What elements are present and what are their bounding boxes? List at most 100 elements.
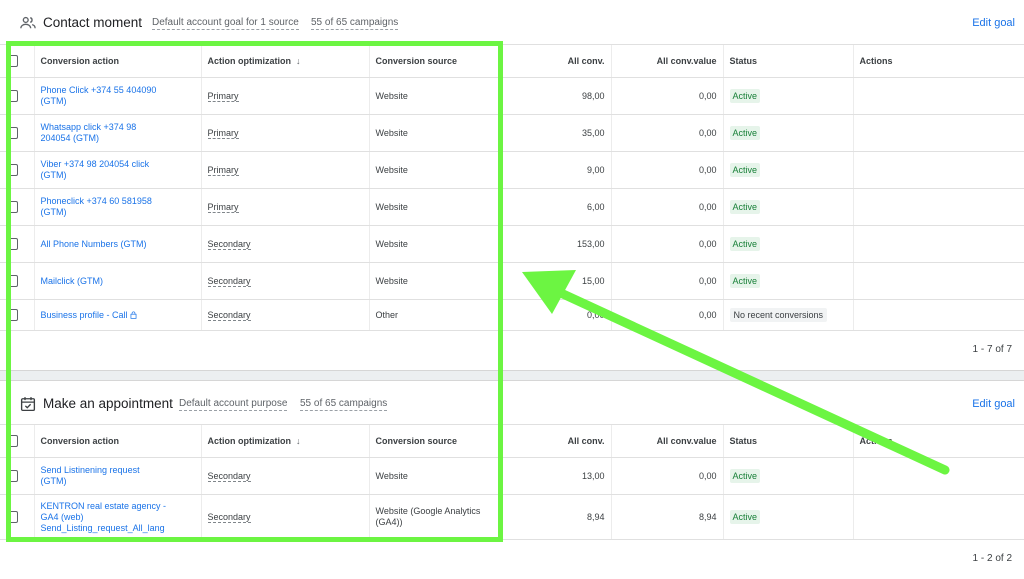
conversion-action-link[interactable]: Phone Click +374 55 404090 (GTM) — [41, 85, 195, 107]
table-row[interactable]: All Phone Numbers (GTM) Secondary Website 1… — [0, 225, 1024, 263]
cell-all-conv-value: 0,00 — [610, 77, 723, 115]
table-row[interactable]: Mailclick (GTM) Secondary Website 15,00 0,00… — [0, 262, 1024, 300]
action-line: Viber +374 98 204054 click — [40, 159, 150, 169]
row-checkbox[interactable] — [6, 201, 18, 213]
table-row[interactable]: KENTRON real estate agency - GA4 (web) Sen… — [0, 494, 1024, 540]
cell-conversion-action: All Phone Numbers (GTM) — [33, 225, 201, 263]
action-line: (GTM) — [40, 476, 67, 486]
conversion-action-link[interactable]: Phoneclick +374 60 581958 (GTM) — [41, 196, 195, 218]
row-checkbox[interactable] — [6, 238, 18, 250]
source-line: Website — [375, 238, 408, 249]
col-conversion-source: Conversion source — [368, 424, 499, 458]
optimization-value[interactable]: Secondary — [207, 470, 251, 482]
row-checkbox[interactable] — [6, 127, 18, 139]
cell-conversion-action: Phoneclick +374 60 581958 (GTM) — [33, 188, 201, 226]
col-all-conv: All conv. — [498, 424, 611, 458]
cell-all-conv: 0,00 — [498, 299, 611, 331]
cell-status: Active — [722, 225, 853, 263]
cell-source: Website — [368, 225, 499, 263]
optimization-value[interactable]: Secondary — [207, 238, 251, 250]
goal-purpose-link[interactable]: Default account purpose — [179, 398, 288, 411]
cell-source: Website — [368, 457, 499, 495]
col-all-conv-value: All conv.value — [610, 424, 723, 458]
sort-arrow-icon[interactable]: ↓ — [296, 436, 301, 446]
cell-status: Active — [722, 494, 853, 540]
table-row[interactable]: Phone Click +374 55 404090 (GTM) Primary We… — [0, 77, 1024, 115]
optimization-value[interactable]: Primary — [207, 164, 239, 176]
campaigns-link[interactable]: 55 of 65 campaigns — [300, 398, 388, 411]
cell-all-conv: 8,94 — [498, 494, 611, 540]
conversion-action-link[interactable]: Mailclick (GTM) — [41, 276, 195, 287]
cell-actions — [852, 151, 1024, 189]
pagination-label: 1 - 2 of 2 — [972, 553, 1012, 564]
status-badge: Active — [729, 469, 761, 483]
cell-status: Active — [722, 77, 853, 115]
table-row[interactable]: Send Listinening request (GTM) Secondary We… — [0, 457, 1024, 495]
cell-actions — [852, 188, 1024, 226]
row-checkbox[interactable] — [6, 470, 18, 482]
section-title: Contact moment — [43, 15, 143, 30]
row-checkbox[interactable] — [6, 275, 18, 287]
goal-source-link[interactable]: Default account goal for 1 source — [152, 17, 299, 30]
cell-source: Website — [368, 114, 499, 152]
row-checkbox[interactable] — [6, 90, 18, 102]
table-row[interactable]: Business profile - Call Secondary Other 0,0… — [0, 299, 1024, 331]
col-status: Status — [722, 424, 853, 458]
optimization-value[interactable]: Secondary — [207, 275, 251, 287]
conversion-action-link[interactable]: All Phone Numbers (GTM) — [41, 239, 195, 250]
cell-optimization: Primary — [200, 114, 369, 152]
table-row[interactable]: Viber +374 98 204054 click (GTM) Primary We… — [0, 151, 1024, 189]
conversion-action-link[interactable]: Business profile - Call — [41, 310, 195, 321]
status-badge: Active — [729, 510, 761, 524]
cell-actions — [852, 299, 1024, 331]
col-action-optimization[interactable]: Action optimization ↓ — [200, 44, 369, 78]
make-appointment-section: Make an appointment Default account purp… — [0, 381, 1024, 579]
conversion-action-link[interactable]: Send Listinening request (GTM) — [41, 465, 195, 487]
cell-all-conv-value: 0,00 — [610, 151, 723, 189]
select-all-checkbox[interactable] — [6, 55, 18, 67]
edit-goal-button[interactable]: Edit goal — [972, 398, 1015, 410]
optimization-value[interactable]: Secondary — [207, 309, 251, 321]
table-row[interactable]: Whatsapp click +374 98 204054 (GTM) Primar… — [0, 114, 1024, 152]
optimization-value[interactable]: Secondary — [207, 511, 251, 523]
edit-goal-button[interactable]: Edit goal — [972, 17, 1015, 29]
conversion-action-link[interactable]: Whatsapp click +374 98 204054 (GTM) — [41, 122, 195, 144]
optimization-value[interactable]: Primary — [207, 127, 239, 139]
cell-status: Active — [722, 457, 853, 495]
cell-all-conv: 35,00 — [498, 114, 611, 152]
col-action-optimization[interactable]: Action optimization ↓ — [200, 424, 369, 458]
select-all-checkbox[interactable] — [6, 435, 18, 447]
conversion-table: Conversion action Action optimization ↓ C… — [0, 424, 1024, 540]
cell-status: No recent conversions — [722, 299, 853, 331]
cell-source: Other — [368, 299, 499, 331]
lock-icon — [130, 311, 136, 319]
source-line: (GA4)) — [375, 517, 403, 527]
status-badge: Active — [729, 237, 761, 251]
action-line: (GTM) — [40, 207, 67, 217]
col-actions: Actions — [852, 424, 1024, 458]
status-badge: Active — [729, 274, 761, 288]
cell-optimization: Secondary — [200, 299, 369, 331]
conversion-action-link[interactable]: Viber +374 98 204054 click (GTM) — [41, 159, 195, 181]
table-row[interactable]: Phoneclick +374 60 581958 (GTM) Primary Web… — [0, 188, 1024, 226]
source-line: Website (Google Analytics — [375, 506, 481, 516]
cell-optimization: Secondary — [200, 494, 369, 540]
source-line: Website — [375, 127, 408, 138]
campaigns-link[interactable]: 55 of 65 campaigns — [311, 17, 399, 30]
optimization-value[interactable]: Primary — [207, 201, 239, 213]
conversion-action-link[interactable]: KENTRON real estate agency - GA4 (web) Sen… — [41, 501, 195, 534]
section-title: Make an appointment — [43, 396, 173, 411]
action-line: Mailclick (GTM) — [40, 275, 104, 286]
table-header: Conversion action Action optimization ↓ C… — [0, 44, 1024, 78]
sort-arrow-icon[interactable]: ↓ — [296, 56, 301, 66]
row-checkbox[interactable] — [6, 309, 18, 321]
optimization-value[interactable]: Primary — [207, 90, 239, 102]
people-icon — [20, 16, 36, 29]
cell-actions — [852, 114, 1024, 152]
cell-optimization: Secondary — [200, 225, 369, 263]
cell-actions — [852, 494, 1024, 540]
cell-all-conv-value: 0,00 — [610, 225, 723, 263]
row-checkbox[interactable] — [6, 511, 18, 523]
row-checkbox[interactable] — [6, 164, 18, 176]
action-line: 204054 (GTM) — [40, 133, 100, 143]
